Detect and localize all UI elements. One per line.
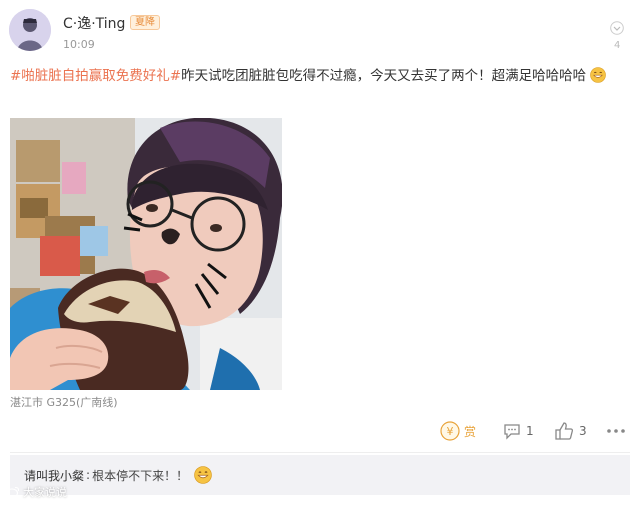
watermark-text: 大家说说 <box>23 486 67 499</box>
like-count: 3 <box>579 424 587 438</box>
comment-separator: : <box>86 468 91 482</box>
location-tag[interactable]: 湛江市 G325(广南线) <box>10 394 118 410</box>
comment-count: 1 <box>526 424 534 438</box>
post-body-text: 昨天试吃团脏脏包吃得不过瘾，今天又去买了两个！超满足哈哈哈哈 <box>181 68 587 84</box>
comment-text: 根本停不下来！！ <box>92 468 189 483</box>
like-button[interactable]: 3 <box>553 418 587 444</box>
chevron-down-icon[interactable] <box>608 19 626 37</box>
action-bar: ¥ 赏 1 3 <box>0 418 640 444</box>
comment-icon <box>504 424 520 440</box>
comment-username[interactable]: 请叫我小粲 <box>24 467 84 484</box>
user-badge: 夏降 <box>130 15 160 30</box>
post-photo[interactable] <box>10 118 282 390</box>
divider <box>10 452 630 453</box>
post-text: #啪脏脏自拍赢取免费好礼#昨天试吃团脏脏包吃得不过瘾，今天又去买了两个！超满足哈… <box>10 66 632 87</box>
more-options-button[interactable] <box>604 418 628 444</box>
corner-count: 4 <box>614 40 621 51</box>
username[interactable]: C·逸·Ting <box>63 13 125 33</box>
comment-preview[interactable]: 请叫我小粲: 根本停不下来！！ <box>10 455 630 495</box>
comment-button[interactable]: 1 <box>502 418 534 444</box>
thumbs-up-icon <box>555 422 574 440</box>
grin-emoji-icon <box>194 466 212 484</box>
comment-item: 请叫我小粲: 根本停不下来！！ <box>24 466 212 484</box>
yen-coin-icon: ¥ <box>440 421 460 441</box>
reward-label: 赏 <box>464 424 477 439</box>
post-time: 10:09 <box>63 38 95 51</box>
svg-text:¥: ¥ <box>447 425 454 438</box>
avatar[interactable] <box>9 9 51 51</box>
ellipsis-icon <box>607 429 625 433</box>
weibo-logo-icon <box>6 486 20 498</box>
hashtag-link[interactable]: #啪脏脏自拍赢取免费好礼# <box>10 68 181 84</box>
reward-button[interactable]: ¥ 赏 <box>440 418 476 444</box>
grin-emoji-icon <box>590 67 607 83</box>
watermark: 大家说说 <box>6 484 67 500</box>
